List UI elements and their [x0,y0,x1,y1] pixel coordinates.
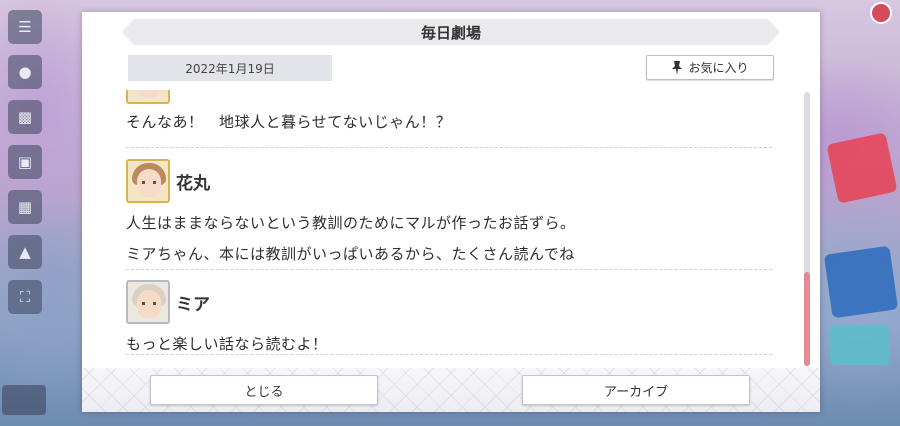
mia-avatar-icon [126,280,170,324]
pin-icon [672,60,683,75]
modal-title: 毎日劇場 [420,23,481,42]
expand-icon[interactable]: ⛶ [8,280,42,314]
message-text: もっと楽しい話なら読むよ！ [126,335,328,353]
menu-tile-small [830,325,890,365]
event-banner [826,132,898,204]
chat-icon[interactable]: ● [8,55,42,89]
close-button[interactable]: とじる [150,375,378,405]
message-text: そんなあ！ 地球人と暮らせてないじゃん！？ [126,113,452,131]
trophy-icon[interactable]: ▲ [8,235,42,269]
list-item: そんなあ！ 地球人と暮らせてないじゃん！？ [126,90,772,148]
hanamaru-avatar-icon [126,159,170,203]
gift-icon[interactable]: ▣ [8,145,42,179]
archive-button[interactable]: アーカイブ [522,375,750,405]
speaker-name: ミア [176,294,210,315]
side-item-button[interactable] [2,385,46,415]
notification-badge-icon [870,2,892,24]
message-text: 人生はままならないという教訓のためにマルが作ったお話ずら。 [126,214,576,232]
right-side-decoration [818,0,900,426]
favorite-button[interactable]: お気に入り [646,55,774,80]
message-text: ミアちゃん、本には教訓がいっぱいあるから、たくさん読んでね [126,245,575,263]
date-label: 2022年1月19日 [128,55,332,81]
hamburger-menu-icon[interactable]: ☰ [8,10,42,44]
favorite-label: お気に入り [688,61,749,75]
daily-theater-modal: 毎日劇場 2022年1月19日 お気に入り そんなあ！ 地球人と暮らせてないじゃ… [82,12,820,412]
speaker-name: 花丸 [176,173,210,194]
modal-title-bar: 毎日劇場 [122,19,780,45]
list-item: 花丸 人生はままならないという教訓のためにマルが作ったお話ずら。 ミアちゃん、本… [126,153,772,270]
menu-tile [823,245,899,319]
scrollbar[interactable] [804,92,810,366]
left-side-menu: ☰ ● ▩ ▣ ▦ ▲ ⛶ [0,0,50,426]
list-item: ミア もっと楽しい話なら読むよ！ [126,278,772,355]
message-list[interactable]: そんなあ！ 地球人と暮らせてないじゃん！？ 花丸 人生はままならないという教訓の… [126,90,772,368]
image-icon[interactable]: ▦ [8,190,42,224]
scrollbar-thumb[interactable] [804,272,810,366]
card-icon[interactable]: ▩ [8,100,42,134]
character-avatar-icon [126,90,170,104]
